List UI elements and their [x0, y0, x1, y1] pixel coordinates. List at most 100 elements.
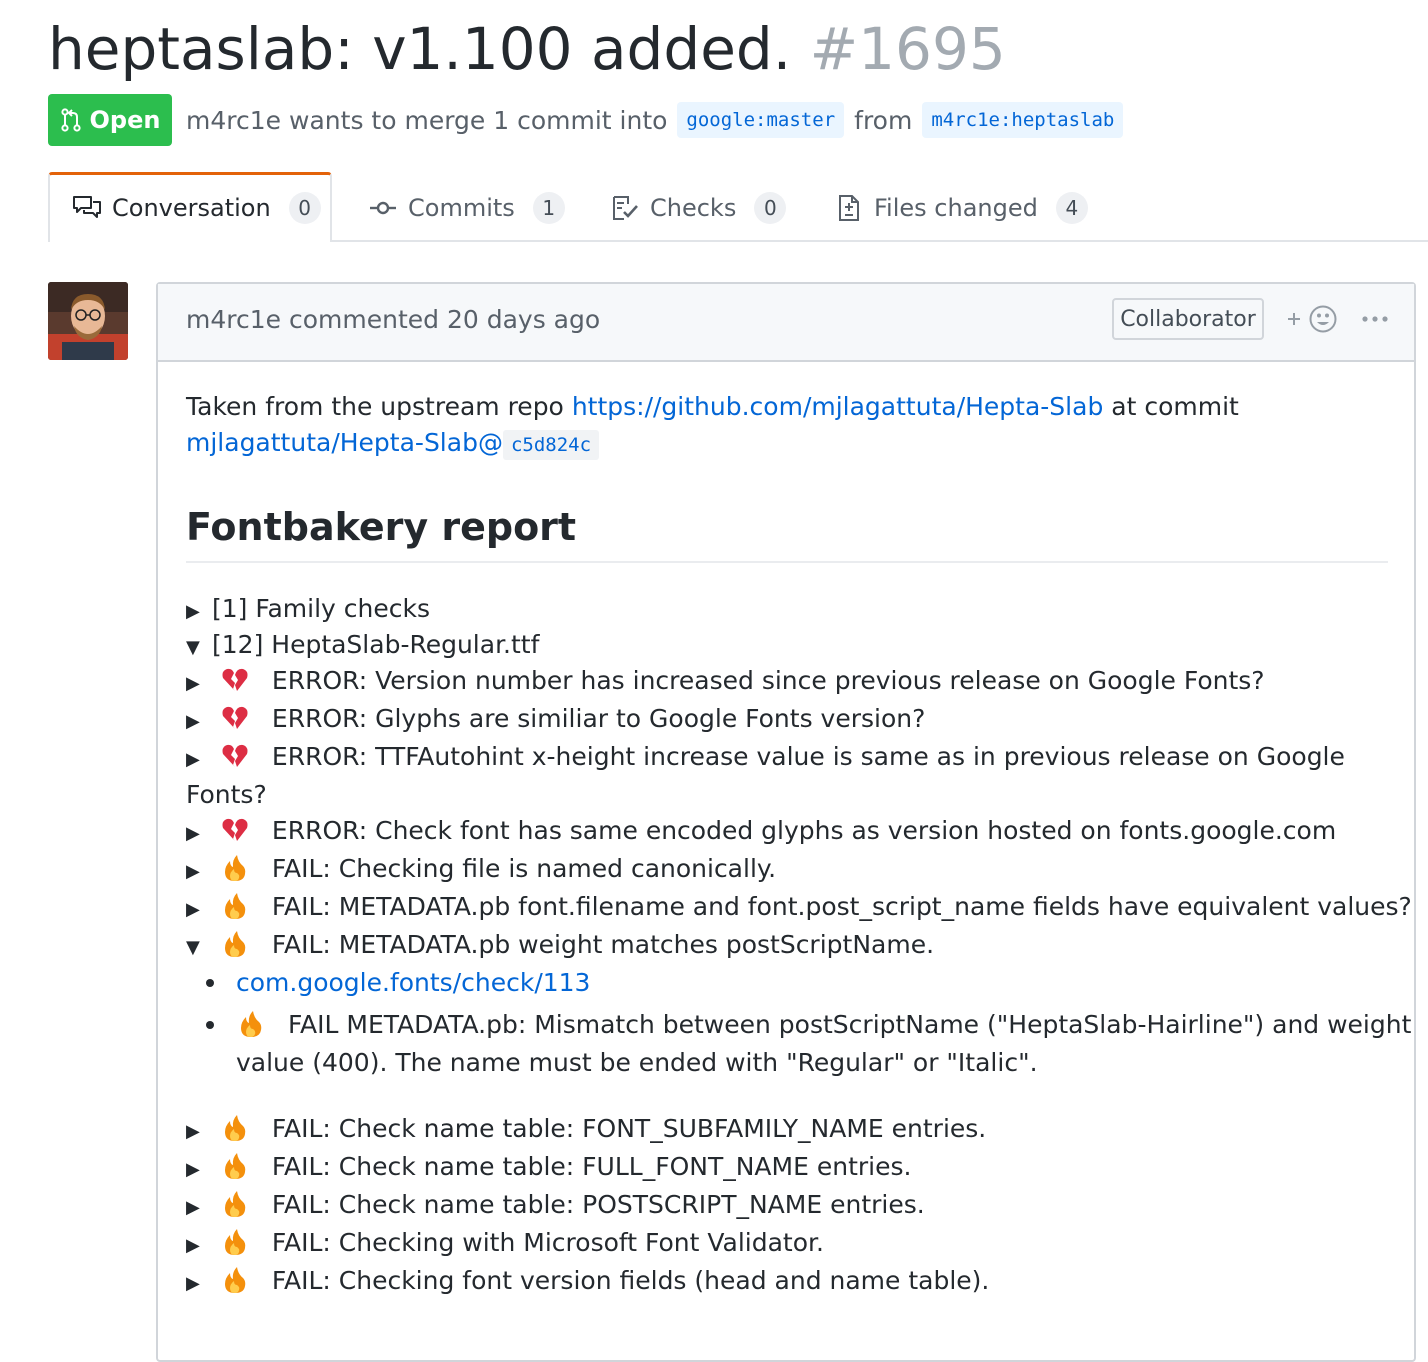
check-row[interactable]: ▶ FAIL: Check name table: FULL_FONT_NAME… [186, 1148, 911, 1186]
caret-right-icon: ▶ [186, 1235, 200, 1256]
check-level: FAIL: [271, 1152, 331, 1181]
caret-right-icon: ▶ [186, 1273, 200, 1294]
check-level: FAIL: [271, 1266, 331, 1295]
tab-files-changed-label: Files changed [874, 194, 1038, 222]
check-row[interactable]: ▶ FAIL: Check name table: POSTSCRIPT_NAM… [186, 1186, 925, 1224]
check-level: FAIL: [271, 854, 331, 883]
check-row[interactable]: ▶ FAIL: Checking file is named canonical… [186, 850, 776, 888]
pr-meta: m4rc1e wants to merge 1 commit into goog… [186, 100, 1124, 140]
pr-author-link[interactable]: m4rc1e [186, 106, 281, 135]
check-text: Version number has increased since previ… [375, 666, 1265, 695]
check-row[interactable]: ▶ FAIL: METADATA.pb font.filename and fo… [186, 888, 1412, 926]
check-row[interactable]: ▶ FAIL: Check name table: FONT_SUBFAMILY… [186, 1110, 986, 1148]
intro-text: Taken from the upstream repo [186, 392, 564, 421]
file-section-label: [12] HeptaSlab-Regular.ttf [212, 630, 540, 659]
list-bullet [206, 1021, 214, 1029]
at-commit-text: at commit [1111, 392, 1239, 421]
comment-author[interactable]: m4rc1e [186, 305, 281, 334]
check-level: FAIL: [271, 1114, 331, 1143]
check-level: FAIL: [271, 1228, 331, 1257]
check-row[interactable]: ▶ ERROR: Glyphs are similiar to Google F… [186, 700, 925, 738]
tab-conversation-count: 0 [288, 192, 321, 224]
fire-icon [220, 929, 250, 959]
pr-merge-text: wants to merge 1 commit into [289, 105, 668, 135]
check-text: Check name table: POSTSCRIPT_NAME entrie… [338, 1190, 925, 1219]
fire-icon [220, 853, 250, 883]
check-message-text-cont: value (400). The name must be ended with… [236, 1048, 1038, 1077]
check-level: FAIL: [271, 1190, 331, 1219]
tab-checks-count: 0 [754, 192, 787, 224]
check-row[interactable]: ▶ ERROR: TTFAutohint x-height increase v… [186, 738, 1345, 776]
caret-right-icon: ▶ [186, 899, 200, 920]
collaborator-badge: Collaborator [1112, 298, 1264, 340]
tab-conversation[interactable]: Conversation 0 [72, 184, 321, 232]
broken-heart-icon [220, 665, 250, 695]
add-reaction-icon[interactable] [1286, 302, 1340, 336]
pr-state-label: Open [89, 106, 161, 134]
tab-files-changed[interactable]: Files changed 4 [834, 184, 1088, 232]
head-branch[interactable]: m4rc1e:heptaslab [922, 102, 1124, 138]
git-pull-request-icon [60, 108, 81, 132]
check-row-expanded[interactable]: ▼ FAIL: METADATA.pb weight matches postS… [186, 926, 934, 964]
tab-commits[interactable]: Commits 1 [368, 184, 565, 232]
tab-files-changed-count: 4 [1055, 192, 1088, 224]
fire-icon [220, 1113, 250, 1143]
check-id-item: com.google.fonts/check/113 [236, 964, 590, 1002]
check-row[interactable]: ▶ ERROR: Version number has increased si… [186, 662, 1265, 700]
fire-icon [220, 891, 250, 921]
check-id-link[interactable]: com.google.fonts/check/113 [236, 968, 590, 997]
tab-conversation-label: Conversation [112, 194, 271, 222]
report-title-rule [186, 561, 1388, 563]
tab-commits-label: Commits [408, 194, 515, 222]
broken-heart-icon [220, 703, 250, 733]
fire-icon [220, 1151, 250, 1181]
check-message-line2: value (400). The name must be ended with… [236, 1044, 1038, 1082]
check-row[interactable]: ▶ ERROR: Check font has same encoded gly… [186, 812, 1336, 850]
from-text: from [854, 105, 913, 135]
report-title: Fontbakery report [186, 505, 577, 549]
avatar[interactable] [48, 282, 128, 360]
check-text: Checking file is named canonically. [338, 854, 777, 883]
check-level: ERROR: [271, 704, 368, 733]
pr-number: #1695 [809, 15, 1006, 83]
repo-link[interactable]: https://github.com/mjlagattuta/Hepta-Sla… [572, 392, 1104, 421]
fire-icon [220, 1227, 250, 1257]
check-level: ERROR: [271, 666, 368, 695]
check-text: Checking font version fields (head and n… [338, 1266, 990, 1295]
tab-checks[interactable]: Checks 0 [610, 184, 787, 232]
family-checks-summary[interactable]: ▶ [1] Family checks [186, 590, 430, 628]
check-row-continuation: Fonts? [186, 776, 267, 814]
intro-line: Taken from the upstream repo https://git… [186, 389, 1239, 425]
checklist-icon [613, 196, 638, 220]
check-row[interactable]: ▶ FAIL: Checking with Microsoft Font Val… [186, 1224, 824, 1262]
check-level: FAIL: [271, 930, 331, 959]
fire-icon [220, 1189, 250, 1219]
user-avatar-image [48, 282, 128, 360]
commit-repo-link[interactable]: mjlagattuta/Hepta-Slab@ [186, 428, 503, 457]
check-level: ERROR: [271, 742, 368, 771]
git-commit-icon [370, 201, 396, 215]
fire-icon [236, 1009, 266, 1039]
commit-ref-line: mjlagattuta/Hepta-Slab@ c5d824c [186, 425, 600, 463]
caret-right-icon: ▶ [186, 711, 200, 732]
caret-right-icon: ▶ [186, 1197, 200, 1218]
commit-sha[interactable]: c5d824c [502, 430, 600, 460]
base-branch[interactable]: google:master [677, 102, 845, 138]
file-section-summary[interactable]: ▼ [12] HeptaSlab-Regular.ttf [186, 626, 539, 664]
check-text: Check name table: FONT_SUBFAMILY_NAME en… [338, 1114, 987, 1143]
check-text: Checking with Microsoft Font Validator. [338, 1228, 824, 1257]
caret-down-icon: ▼ [186, 937, 200, 958]
caret-right-icon: ▶ [186, 749, 200, 770]
tab-commits-count: 1 [532, 192, 565, 224]
file-diff-icon [839, 195, 859, 221]
comment-time[interactable]: commented 20 days ago [289, 305, 600, 334]
check-row[interactable]: ▶ FAIL: Checking font version fields (he… [186, 1262, 989, 1300]
broken-heart-icon [220, 815, 250, 845]
check-message-text: FAIL METADATA.pb: Mismatch between postS… [287, 1010, 1412, 1039]
check-text-continued: Fonts? [186, 780, 267, 809]
list-bullet [206, 979, 214, 987]
pr-state-badge: Open [48, 94, 172, 146]
check-text: Check font has same encoded glyphs as ve… [375, 816, 1337, 845]
caret-right-icon: ▶ [186, 861, 200, 882]
kebab-menu-icon[interactable] [1360, 304, 1390, 334]
